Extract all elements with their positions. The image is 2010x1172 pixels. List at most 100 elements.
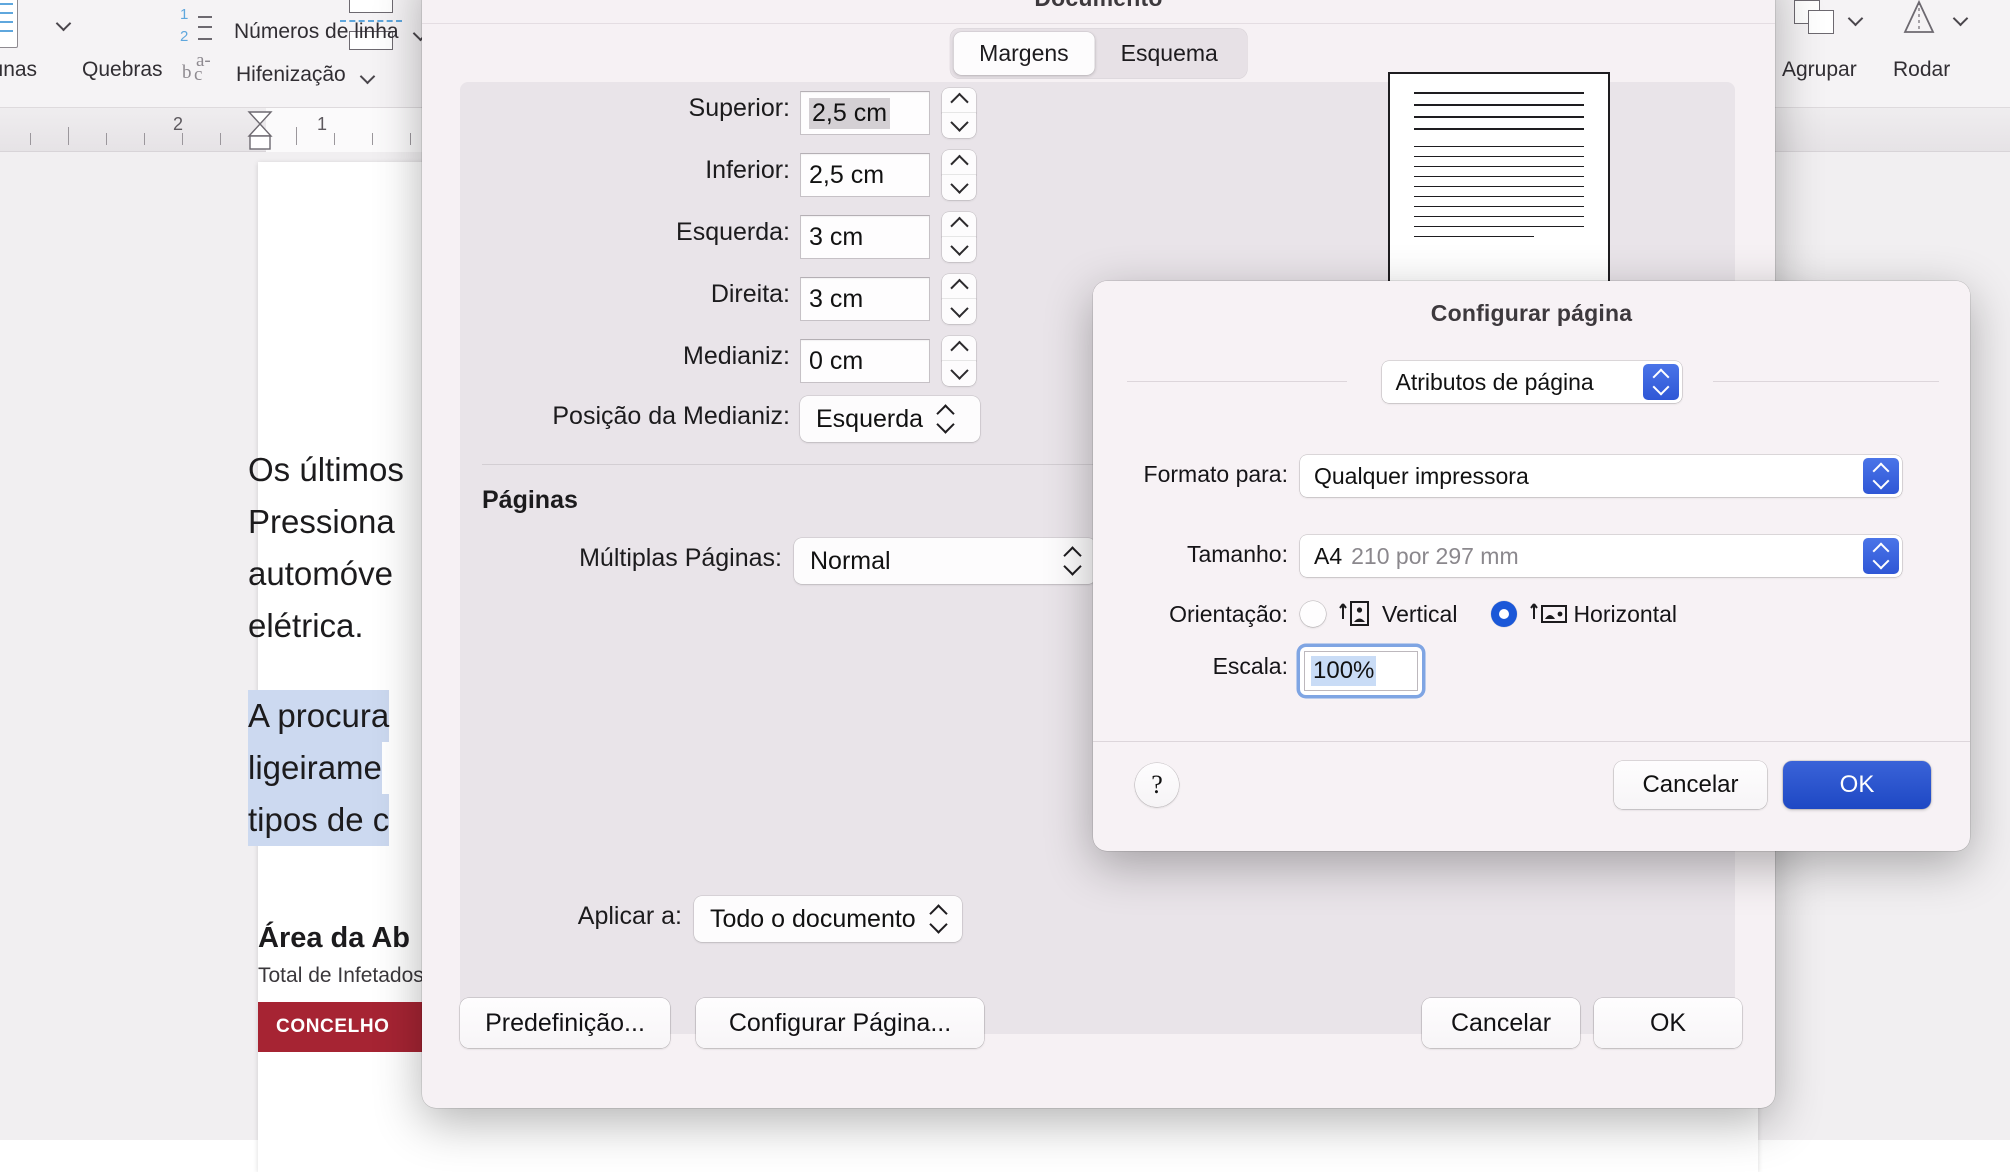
settings-select[interactable]: Atributos de página [1381, 361, 1682, 403]
orientation-label-row: Orientação: [1093, 601, 1288, 628]
ribbon-line-numbers-control[interactable]: 1 2 Números de linha [180, 6, 429, 54]
medianiz-stepper-down[interactable] [942, 361, 976, 386]
inferior-stepper-up[interactable] [942, 150, 976, 175]
chevron-updown-icon[interactable] [1642, 364, 1679, 400]
direita-input[interactable]: 3 cm [800, 277, 930, 321]
inferior-stepper-down[interactable] [942, 175, 976, 200]
format-for-select[interactable]: Qualquer impressora [1300, 455, 1902, 497]
medianiz-input[interactable]: 0 cm [800, 339, 930, 383]
margin-row-superior[interactable]: 2,5 cm [800, 88, 976, 138]
esquerda-input[interactable]: 3 cm [800, 215, 930, 259]
superior-stepper-up[interactable] [942, 88, 976, 113]
ribbon-hyphenation-control[interactable]: b a- c Hifenização [180, 50, 376, 98]
apply-to-select[interactable]: Todo o documento [694, 896, 962, 942]
portrait-icon [1338, 599, 1370, 629]
multiple-pages-row[interactable]: Normal [794, 538, 1096, 584]
page-setup-button[interactable]: Configurar Página... [696, 998, 984, 1048]
paragraph-line: automóve [248, 555, 393, 592]
configurar-pagina-dialog[interactable]: Configurar página Atributos de página Fo… [1093, 281, 1970, 851]
apply-to-value: Todo o documento [710, 904, 916, 933]
rotate-object-icon [1895, 0, 1943, 38]
chevron-down-icon[interactable] [1953, 9, 1969, 25]
format-for-row[interactable]: Qualquer impressora [1300, 455, 1902, 497]
tab-margens[interactable]: Margens [953, 32, 1095, 75]
chevron-down-icon[interactable] [56, 14, 72, 30]
direita-stepper[interactable] [942, 274, 976, 324]
default-button[interactable]: Predefinição... [460, 998, 670, 1048]
margin-row-superior-label: Superior: [460, 94, 790, 123]
gutter-position-select[interactable]: Esquerda [800, 396, 980, 442]
ribbon-group-label: Agrupar [1782, 58, 1857, 81]
esquerda-stepper-down[interactable] [942, 237, 976, 262]
apply-to-row[interactable]: Todo o documento [694, 896, 962, 942]
paragraph-line: elétrica. [248, 607, 364, 644]
ribbon-rotate-control[interactable] [1895, 0, 1969, 38]
paragraph-line: Pressiona [248, 503, 395, 540]
inferior-input[interactable]: 2,5 cm [800, 153, 930, 197]
paper-size-select[interactable]: A4 210 por 297 mm [1300, 535, 1902, 577]
chevron-updown-icon[interactable] [1863, 538, 1899, 574]
label-horizontal: Horizontal [1573, 600, 1677, 627]
esquerda-stepper[interactable] [942, 212, 976, 262]
indent-marker-icon [247, 111, 273, 150]
medianiz-stepper-up[interactable] [942, 336, 976, 361]
paper-size-row[interactable]: A4 210 por 297 mm [1300, 535, 1902, 577]
documento-dialog-title: Documento [1034, 0, 1162, 12]
ribbon-rotate-label: Rodar [1893, 58, 1951, 81]
updown-chevron-icon [1064, 546, 1082, 576]
chevron-updown-icon[interactable] [1863, 458, 1899, 494]
highlighted-paragraph-line: tipos de c [248, 794, 390, 846]
scale-input[interactable]: 100% [1304, 651, 1418, 691]
gutter-position-value: Esquerda [816, 404, 924, 433]
ribbon-rotate-label-row[interactable]: Rodar [1893, 58, 1950, 82]
multiple-pages-select[interactable]: Normal [794, 538, 1096, 584]
direita-stepper-down[interactable] [942, 299, 976, 324]
radio-vertical[interactable] [1300, 601, 1326, 627]
documento-ok-button[interactable]: OK [1594, 998, 1742, 1048]
format-for-label-row: Formato para: [1093, 461, 1288, 488]
hyphenation-icon: b a- c [182, 50, 211, 85]
scale-row[interactable]: 100% [1300, 647, 1422, 695]
esquerda-input-value: 3 cm [809, 222, 864, 251]
ribbon-columns-label-row[interactable]: Colunas [0, 58, 37, 82]
indent-marker-handle[interactable] [246, 110, 273, 150]
scale-label-row: Escala: [1093, 653, 1288, 680]
help-button[interactable]: ? [1135, 763, 1179, 807]
ribbon-columns-control[interactable] [0, 0, 72, 48]
margin-row-esquerda[interactable]: 3 cm [800, 212, 976, 262]
ribbon-group-control[interactable] [1792, 0, 1864, 38]
gutter-position-row[interactable]: Esquerda [800, 396, 980, 442]
settings-popup-row[interactable]: Atributos de página [1381, 361, 1682, 403]
tab-esquema[interactable]: Esquema [1095, 32, 1244, 75]
orientation-options-row[interactable]: Vertical Horizontal [1300, 599, 1677, 629]
ribbon-breaks-label-row[interactable]: Quebras [82, 58, 163, 82]
superior-stepper-down[interactable] [942, 113, 976, 138]
margin-row-medianiz[interactable]: 0 cm [800, 336, 976, 386]
inferior-input-value: 2,5 cm [809, 160, 885, 189]
configurar-pagina-footer-divider [1093, 741, 1970, 742]
configurar-ok-button[interactable]: OK [1783, 761, 1931, 809]
medianiz-stepper[interactable] [942, 336, 976, 386]
documento-tabbar[interactable]: Margens Esquema [949, 28, 1248, 79]
inferior-stepper[interactable] [942, 150, 976, 200]
pages-section-title: Páginas [482, 486, 578, 514]
superior-stepper[interactable] [942, 88, 976, 138]
chevron-down-icon[interactable] [360, 67, 376, 83]
ruler-number: 1 [316, 114, 328, 134]
paragraph-line: Os últimos [248, 451, 404, 488]
ribbon-group-label-row[interactable]: Agrupar [1782, 58, 1857, 82]
direita-stepper-up[interactable] [942, 274, 976, 299]
landscape-glyph-icon [1530, 603, 1568, 623]
ruler-number: 2 [172, 114, 184, 134]
margin-row-direita[interactable]: 3 cm [800, 274, 976, 324]
chevron-down-icon[interactable] [1848, 9, 1864, 25]
highlighted-paragraph-line: A procura [248, 690, 390, 742]
superior-input[interactable]: 2,5 cm [800, 91, 930, 135]
esquerda-stepper-up[interactable] [942, 212, 976, 237]
scale-input-focus-ring[interactable]: 100% [1300, 647, 1422, 695]
radio-horizontal[interactable] [1491, 601, 1518, 627]
documento-cancel-button[interactable]: Cancelar [1422, 998, 1580, 1048]
label-inferior: Inferior: [705, 156, 790, 184]
margin-row-inferior[interactable]: 2,5 cm [800, 150, 976, 200]
configurar-cancel-button[interactable]: Cancelar [1614, 761, 1767, 809]
